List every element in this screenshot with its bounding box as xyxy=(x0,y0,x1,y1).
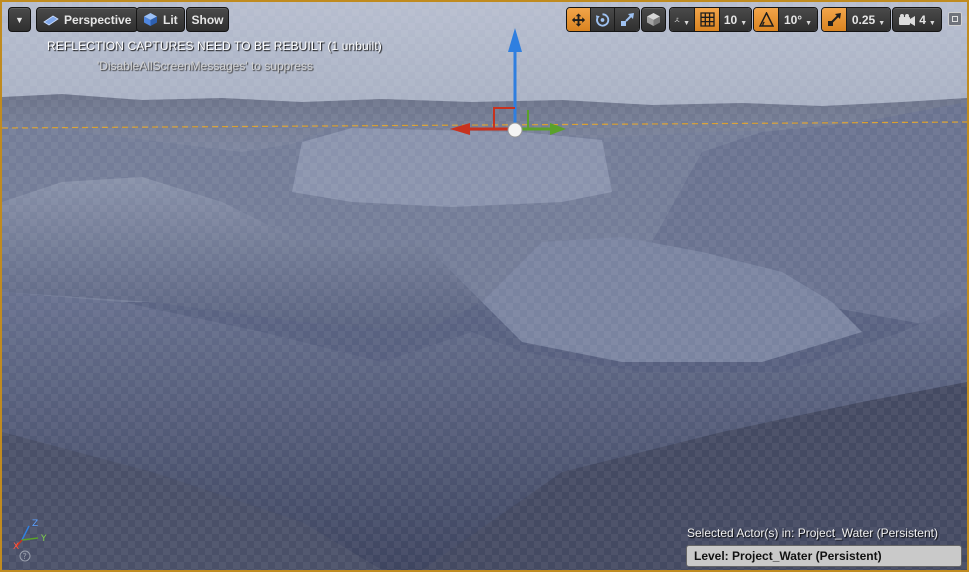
transform-gizmo[interactable] xyxy=(442,24,572,144)
level-viewport[interactable]: REFLECTION CAPTURES NEED TO BE REBUILT (… xyxy=(0,0,969,572)
gizmo-center[interactable] xyxy=(507,122,523,138)
scale-snap-toggle[interactable] xyxy=(822,8,847,31)
y-axis-arrow[interactable] xyxy=(550,123,566,135)
perspective-button[interactable]: Perspective xyxy=(36,7,139,32)
camera-speed-value: 4 xyxy=(919,12,926,27)
camera-speed-icon xyxy=(899,13,916,26)
translate-mode-button[interactable] xyxy=(567,8,591,31)
grid-snap-value: 10 xyxy=(723,12,738,27)
svg-text:Z: Z xyxy=(32,519,38,529)
chevron-down-icon: ▼ xyxy=(805,20,813,27)
maximize-icon xyxy=(952,15,958,22)
perspective-label: Perspective xyxy=(64,12,132,27)
maximize-viewport-button[interactable] xyxy=(948,11,962,26)
chevron-down-icon: ▼ xyxy=(15,14,24,25)
show-button[interactable]: Show xyxy=(186,7,229,32)
svg-text:?: ? xyxy=(23,552,27,561)
translate-icon xyxy=(571,12,586,27)
transform-mode-group xyxy=(566,7,640,32)
world-cube-icon xyxy=(647,13,660,26)
current-level-indicator[interactable]: Level: Project_Water (Persistent) xyxy=(686,545,962,567)
show-label: Show xyxy=(191,12,224,27)
svg-text:X: X xyxy=(13,542,19,552)
rotation-snap-toggle[interactable] xyxy=(754,8,779,31)
rotation-snap-value-dropdown[interactable]: 10° ▼ xyxy=(779,8,817,31)
grid-snap-value-dropdown[interactable]: 10 ▼ xyxy=(720,8,751,31)
surface-snap-icon xyxy=(674,17,680,22)
current-level-label: Level: Project_Water (Persistent) xyxy=(694,549,882,563)
scale-snap-value: 0.25 xyxy=(851,12,876,27)
camera-speed-button[interactable]: 4 ▼ xyxy=(892,7,942,32)
lit-cube-icon xyxy=(144,13,157,26)
svg-text:Y: Y xyxy=(40,534,47,544)
perspective-icon xyxy=(43,15,59,25)
rotate-icon xyxy=(595,12,610,27)
world-local-toggle[interactable] xyxy=(641,7,666,32)
scale-snap-group: 0.25 ▼ xyxy=(821,7,891,32)
suppress-hint: 'DisableAllScreenMessages' to suppress xyxy=(97,59,314,73)
reflection-warning: REFLECTION CAPTURES NEED TO BE REBUILT (… xyxy=(47,39,382,53)
x-axis-arrow[interactable] xyxy=(450,123,470,135)
scale-icon xyxy=(621,12,634,26)
z-axis-arrow[interactable] xyxy=(508,28,522,52)
chevron-down-icon: ▼ xyxy=(740,20,748,27)
lit-label: Lit xyxy=(163,12,178,27)
angle-icon xyxy=(758,12,774,27)
grid-snap-group: ▼ 10 ▼ xyxy=(669,7,752,32)
chevron-down-icon: ▼ xyxy=(683,20,690,27)
rotate-mode-button[interactable] xyxy=(591,8,615,31)
lit-button[interactable]: Lit xyxy=(136,7,185,32)
selected-actor-status: Selected Actor(s) in: Project_Water (Per… xyxy=(687,526,938,540)
rotation-snap-group: 10° ▼ xyxy=(753,7,818,32)
chevron-down-icon: ▼ xyxy=(878,20,886,27)
grid-snap-toggle[interactable] xyxy=(695,8,720,31)
scale-snap-icon xyxy=(827,13,841,26)
world-axis-indicator: Z Y X ? xyxy=(13,519,47,562)
surface-snap-button[interactable]: ▼ xyxy=(670,8,695,31)
viewport-options-button[interactable]: ▼ xyxy=(8,7,31,32)
grid-icon xyxy=(699,12,715,27)
scale-mode-button[interactable] xyxy=(615,8,639,31)
rotation-snap-value: 10° xyxy=(783,12,803,27)
chevron-down-icon: ▼ xyxy=(928,20,936,27)
scale-snap-value-dropdown[interactable]: 0.25 ▼ xyxy=(847,8,890,31)
